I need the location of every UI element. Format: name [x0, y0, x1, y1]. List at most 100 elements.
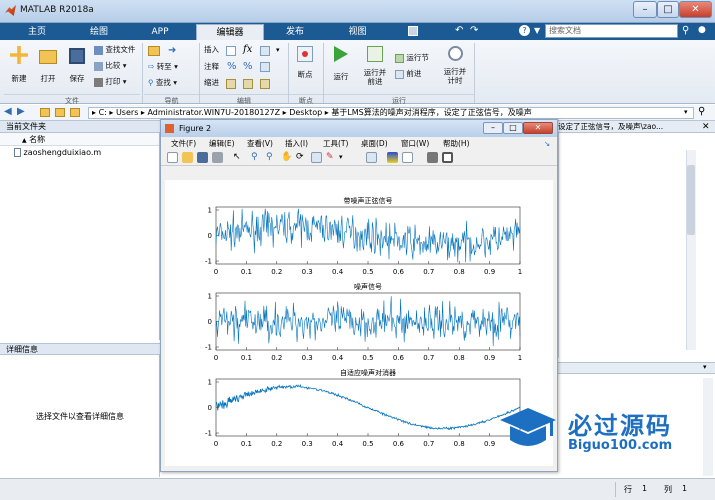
path-segment[interactable]: Administrator.WIN7U-20180127Z — [147, 108, 280, 117]
rotate-icon[interactable]: ⟳ — [296, 152, 307, 163]
x-tick-label: 0.5 — [362, 440, 373, 448]
insert-blank-icon[interactable] — [226, 46, 236, 56]
back-icon[interactable]: ◀ — [4, 106, 12, 117]
find-files-button[interactable]: 查找文件 — [94, 45, 135, 55]
save-file-button[interactable]: 保存 — [64, 46, 90, 83]
command-window-menu-icon[interactable]: ▾ — [703, 363, 707, 371]
goto-button[interactable]: ⇨ 转至 ▾ — [148, 62, 178, 72]
path-field[interactable]: ▸ C: ▸ Users ▸ Administrator.WIN7U-20180… — [88, 107, 694, 119]
percent-icon[interactable]: % — [227, 61, 237, 72]
figure-title-bar[interactable]: Figure 2 – □ ✕ — [161, 120, 557, 137]
undo-icon[interactable]: ↶ — [455, 25, 463, 36]
minimize-button[interactable]: – — [633, 1, 657, 18]
path-segment[interactable]: Users — [116, 108, 138, 117]
maximize-button[interactable]: □ — [657, 1, 679, 18]
menu-tools[interactable]: 工具(T) — [323, 137, 348, 150]
save-label: 保存 — [69, 74, 85, 83]
y-tick-label: 1 — [208, 207, 212, 215]
advance-button[interactable]: 前进 — [395, 69, 421, 79]
column-header[interactable]: ▲ 名称 — [0, 133, 159, 146]
save-icon[interactable] — [408, 26, 418, 36]
new-figure-icon[interactable] — [167, 152, 178, 163]
insert-button[interactable]: 插入 — [204, 45, 219, 55]
menu-edit[interactable]: 编辑(E) — [209, 137, 235, 150]
fx-button[interactable]: fx — [243, 44, 252, 55]
zoom-in-icon[interactable]: ⚲ — [251, 152, 262, 163]
colorbar-icon[interactable] — [387, 152, 398, 163]
run-advance-button[interactable]: 运行并 前进 — [360, 46, 390, 86]
tab-publish[interactable]: 发布 — [270, 24, 320, 40]
compare-button[interactable]: 比较 ▾ — [94, 61, 127, 71]
run-button[interactable]: 运行 — [328, 46, 354, 81]
navigate-folder-icon[interactable] — [148, 46, 160, 56]
scroll-thumb[interactable] — [687, 165, 695, 235]
comment-button[interactable]: 注释 — [204, 62, 219, 72]
path-segment[interactable]: 基于LMS算法的噪声对消程序，设定了正弦信号，及噪声 — [331, 108, 531, 117]
tab-home[interactable]: 主页 — [12, 24, 62, 40]
zoom-out-icon[interactable]: ⚲ — [266, 152, 277, 163]
menu-help[interactable]: 帮助(H) — [443, 137, 470, 150]
tab-editor[interactable]: 编辑器 — [196, 24, 264, 40]
pan-icon[interactable]: ✋ — [281, 152, 292, 163]
close-button[interactable]: ✕ — [679, 1, 712, 18]
open-file-icon[interactable] — [182, 152, 193, 163]
insert-section-icon[interactable] — [260, 46, 270, 56]
command-scrollbar[interactable] — [703, 378, 713, 476]
figure-minimize-button[interactable]: – — [483, 122, 503, 134]
indent-button[interactable]: 缩进 — [204, 78, 219, 88]
print-button[interactable]: 打印 ▾ — [94, 77, 127, 87]
data-cursor-icon[interactable] — [311, 152, 322, 163]
list-item[interactable]: zaoshengduixiao.m — [0, 146, 159, 159]
pointer-icon[interactable]: ↖ — [233, 152, 244, 163]
browse-folder-icon[interactable] — [70, 108, 80, 117]
search-icon[interactable]: ⚲ — [682, 25, 689, 36]
run-and-time-button[interactable]: 运行并 计时 — [440, 46, 470, 85]
path-dropdown-icon[interactable]: ▾ — [684, 108, 688, 116]
brush-icon[interactable]: ✎ — [326, 152, 337, 163]
decrease-indent-icon[interactable] — [260, 79, 270, 89]
up-folder-icon[interactable] — [55, 108, 65, 117]
new-button[interactable]: 新建 — [6, 46, 32, 83]
breakpoints-button[interactable]: 断点 — [292, 46, 318, 79]
tab-apps[interactable]: APP — [135, 24, 185, 40]
dock-icon[interactable]: ↘ — [544, 137, 550, 150]
help-icon[interactable]: ? — [519, 25, 530, 36]
figure-maximize-button[interactable]: □ — [503, 122, 523, 134]
path-segment[interactable]: C: — [99, 108, 107, 117]
new-file-icon — [10, 46, 28, 64]
uncomment-icon[interactable]: % — [243, 61, 253, 72]
redo-icon[interactable]: ↷ — [470, 25, 478, 36]
panel-close-icon[interactable]: ✕ — [702, 122, 710, 132]
link-icon[interactable] — [366, 152, 377, 163]
search-documentation-input[interactable]: 搜索文档 — [545, 24, 678, 38]
hide-tools-icon[interactable] — [427, 152, 438, 163]
legend-icon[interactable] — [402, 152, 413, 163]
show-tools-icon[interactable] — [442, 152, 453, 163]
insert-dropdown-icon[interactable]: ▾ — [276, 46, 280, 54]
menu-desktop[interactable]: 桌面(D) — [361, 137, 388, 150]
wrap-comment-icon[interactable] — [260, 62, 270, 72]
figure-close-button[interactable]: ✕ — [523, 122, 553, 134]
forward-icon[interactable]: ▶ — [17, 106, 25, 117]
path-segment[interactable]: Desktop — [289, 108, 322, 117]
open-button[interactable]: 打开 — [35, 46, 61, 83]
menu-view[interactable]: 查看(V) — [247, 137, 273, 150]
menu-window[interactable]: 窗口(W) — [401, 137, 429, 150]
smart-indent-icon[interactable] — [226, 79, 236, 89]
path-search-icon[interactable]: ⚲ — [698, 106, 705, 117]
find-button[interactable]: ⚲ 查找 ▾ — [148, 78, 177, 88]
run-section-button[interactable]: 运行节 — [395, 53, 429, 63]
x-tick-label: 1 — [518, 268, 522, 276]
menu-file[interactable]: 文件(F) — [171, 137, 196, 150]
new-folder-icon[interactable] — [40, 108, 50, 117]
dropdown-icon[interactable]: ▼ — [534, 26, 540, 35]
notification-icon[interactable]: ● — [698, 25, 706, 35]
tab-plots[interactable]: 绘图 — [70, 24, 128, 40]
menu-insert[interactable]: 插入(I) — [285, 137, 308, 150]
save-figure-icon[interactable] — [197, 152, 208, 163]
brush-dropdown-icon[interactable]: ▾ — [339, 152, 350, 163]
print-figure-icon[interactable] — [212, 152, 223, 163]
increase-indent-icon[interactable] — [243, 79, 253, 89]
tab-view[interactable]: 视图 — [330, 24, 385, 40]
navigate-arrow-icon[interactable]: ➜ — [168, 45, 176, 56]
